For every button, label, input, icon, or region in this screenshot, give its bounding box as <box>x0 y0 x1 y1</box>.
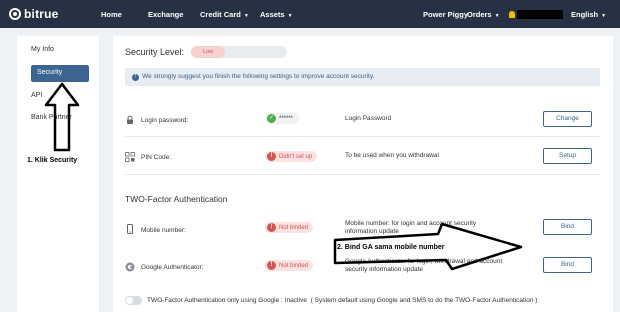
google-authenticator-label: Google Authenticator: <box>141 264 204 271</box>
google-authenticator-description: Google Authenticator for login, withdraw… <box>345 258 503 273</box>
sidebar-item-my-info[interactable]: My Info <box>31 46 54 53</box>
divider <box>125 174 600 175</box>
ga-status-text: Not binded <box>279 262 309 269</box>
bitrue-logo[interactable]: bitrue <box>9 7 59 21</box>
alert-icon: ! <box>267 152 276 161</box>
mobile-status-pill: ! Not binded <box>265 222 314 233</box>
nav-home[interactable]: Home <box>101 10 122 19</box>
logo-icon <box>9 8 21 20</box>
nav-credit-card[interactable]: Credit Card ▼ <box>200 10 249 19</box>
nav-exchange[interactable]: Exchange <box>148 10 183 19</box>
grid-pin-icon <box>125 152 135 162</box>
annotation-step-1: 1. Klik Security <box>27 157 78 164</box>
nav-assets[interactable]: Assets ▼ <box>260 10 293 19</box>
login-password-status: ✓ ****** <box>265 113 300 124</box>
login-password-label: Login password: <box>141 117 189 124</box>
two-factor-title: TWO-Factor Authentication <box>125 194 228 204</box>
chevron-down-icon: ▼ <box>287 13 293 19</box>
account-menu[interactable] <box>509 10 563 19</box>
bind-mobile-button[interactable]: Bind <box>543 219 592 235</box>
user-icon <box>509 11 515 18</box>
notice-text: We strongly suggest you finish the follo… <box>142 73 375 80</box>
bind-google-authenticator-button[interactable]: Bind <box>543 257 592 273</box>
pin-status-pill: ! Didn't set up <box>265 151 318 162</box>
sidebar: My Info Security API Bank Partner <box>17 36 99 312</box>
alert-icon: ! <box>267 223 276 232</box>
security-level-badge: Low <box>191 46 225 58</box>
nav-credit-card-label: Credit Card <box>200 10 241 19</box>
top-navbar: bitrue Home Exchange Credit Card ▼ Assets… <box>0 0 620 28</box>
language-label: English <box>571 10 599 19</box>
pin-code-label: PIN Code: <box>141 154 171 161</box>
redacted-account-name <box>517 10 563 19</box>
username[interactable]: Power Piggy <box>423 10 468 19</box>
mobile-number-label: Mobile number: <box>141 227 186 234</box>
nav-orders-label: Orders <box>467 10 492 19</box>
security-level-label: Security Level: <box>125 47 185 57</box>
security-level-bar: Low <box>191 46 287 58</box>
chevron-down-icon: ▼ <box>601 13 607 19</box>
language-selector[interactable]: English ▼ <box>571 10 606 19</box>
security-panel: Security Level: Low ! We strongly suggest… <box>113 36 613 312</box>
mobile-phone-icon <box>127 224 133 234</box>
login-password-mask: ****** <box>279 115 294 122</box>
alert-icon: ! <box>267 261 276 270</box>
pin-code-description: To be used when you withdrawal <box>345 152 439 159</box>
mobile-status-text: Not binded <box>279 224 309 231</box>
security-notice: ! We strongly suggest you finish the foll… <box>125 68 600 86</box>
chevron-down-icon: ▼ <box>243 13 249 19</box>
google-only-2fa-toggle[interactable] <box>125 296 142 305</box>
google-authenticator-status: ! Not binded <box>265 260 314 271</box>
mobile-number-status: ! Not binded <box>265 222 314 233</box>
google-only-2fa-text: TWO-Factor Authentication only using Goo… <box>147 297 538 304</box>
nav-assets-label: Assets <box>260 10 285 19</box>
ga-status-pill: ! Not binded <box>265 260 314 271</box>
change-password-button[interactable]: Change <box>543 111 592 127</box>
lock-icon <box>127 115 133 124</box>
pin-code-status: ! Didn't set up <box>265 151 318 162</box>
divider <box>125 136 600 137</box>
check-icon: ✓ <box>267 114 276 123</box>
google-authenticator-icon <box>125 262 135 272</box>
setup-pin-button[interactable]: Setup <box>543 148 592 164</box>
sidebar-item-security[interactable]: Security <box>31 65 89 82</box>
nav-orders[interactable]: Orders ▼ <box>467 10 500 19</box>
pin-status-text: Didn't set up <box>279 153 313 160</box>
logo-text: bitrue <box>24 7 59 21</box>
login-password-description: Login Password <box>345 115 392 122</box>
sidebar-item-api[interactable]: API <box>31 92 42 99</box>
annotation-step-2: 2. Bind GA sama mobile number <box>337 244 445 251</box>
sidebar-item-bank-partner[interactable]: Bank Partner <box>31 114 72 121</box>
chevron-down-icon: ▼ <box>494 13 500 19</box>
info-icon: ! <box>132 74 139 81</box>
mobile-number-description: Mobile number: for login and account sec… <box>345 220 477 235</box>
